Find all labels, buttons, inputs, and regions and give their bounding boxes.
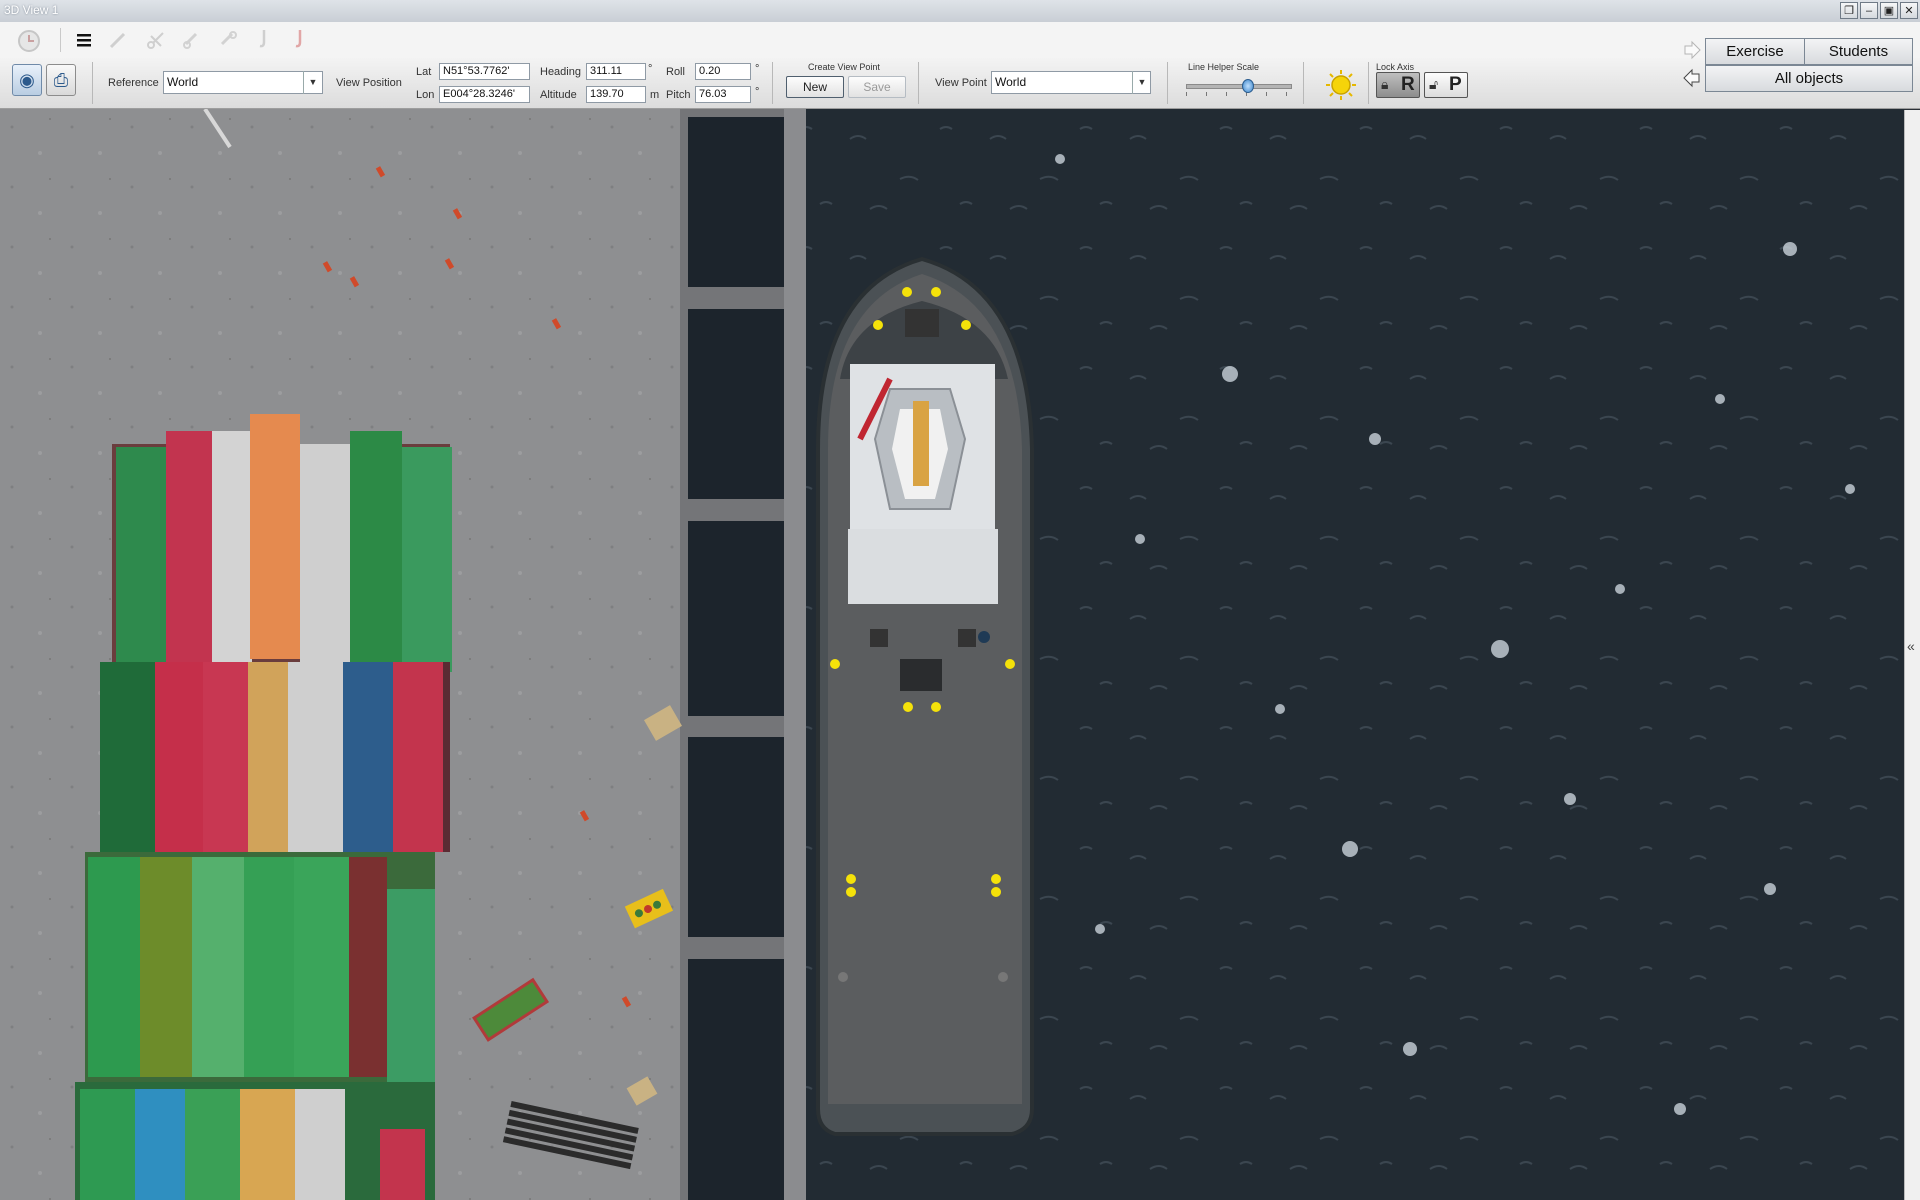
view-position-label: View Position: [336, 77, 402, 89]
heading-field[interactable]: 311.11: [586, 63, 646, 80]
pier: [680, 109, 806, 1200]
link-icon[interactable]: [182, 30, 202, 50]
hook-icon[interactable]: [256, 28, 272, 50]
line-helper-scale-label: Line Helper Scale: [1188, 62, 1260, 72]
lock-p-label: P: [1449, 74, 1462, 95]
heading-label: Heading: [540, 66, 581, 78]
window-title: 3D View 1: [4, 3, 59, 17]
view-point-value: World: [995, 75, 1027, 89]
sun-icon[interactable]: [1324, 68, 1358, 102]
3d-viewport[interactable]: [0, 109, 1920, 1200]
altitude-unit: m: [650, 89, 660, 101]
chevron-down-icon[interactable]: ▼: [1132, 71, 1151, 94]
lock-r-button[interactable]: 🔒︎ R: [1376, 72, 1420, 98]
lat-label: Lat: [416, 66, 432, 78]
heading-unit: °: [648, 63, 653, 75]
altitude-field[interactable]: 139.70: [586, 86, 646, 103]
divider: [1167, 62, 1168, 104]
lon-label: Lon: [416, 89, 435, 101]
lock-icon: 🔒︎: [1381, 76, 1389, 92]
slider-thumb[interactable]: [1242, 79, 1255, 93]
tug-boat: [816, 256, 1034, 1136]
create-view-point-label: Create View Point: [808, 62, 880, 72]
students-tab[interactable]: Students: [1804, 38, 1913, 65]
all-objects-button[interactable]: All objects: [1705, 65, 1913, 92]
slider-track: [1186, 84, 1292, 89]
divider: [1368, 62, 1369, 104]
pitch-label: Pitch: [666, 89, 691, 101]
reference-value: World: [167, 75, 199, 89]
pitch-field[interactable]: 76.03: [695, 86, 751, 103]
reference-label: Reference: [108, 77, 159, 89]
line-helper-scale-slider[interactable]: [1186, 78, 1292, 98]
arrow-right-icon[interactable]: [1682, 40, 1702, 60]
unlock-icon: 🔓︎: [1429, 76, 1439, 92]
icon-strip: [0, 22, 1920, 58]
collapse-icon: «: [1907, 638, 1915, 654]
float-window-icon[interactable]: ❐: [1840, 2, 1858, 19]
chevron-down-icon[interactable]: ▼: [303, 71, 322, 94]
save-button[interactable]: Save: [848, 76, 906, 98]
slider-ticks: [1186, 92, 1290, 96]
camera-view-button[interactable]: ⎙: [46, 64, 76, 96]
arrow-left-icon[interactable]: [1682, 68, 1702, 88]
divider: [92, 62, 93, 104]
exercise-tab[interactable]: Exercise: [1705, 38, 1805, 65]
menu-icon[interactable]: [76, 33, 92, 47]
roll-unit: °: [755, 63, 760, 75]
divider: [1303, 62, 1304, 104]
maximize-icon[interactable]: ▣: [1880, 2, 1898, 19]
lon-field[interactable]: E004°28.3246': [439, 86, 530, 103]
lock-p-button[interactable]: 🔓︎ P: [1424, 72, 1468, 98]
pencil-icon[interactable]: [108, 30, 128, 50]
new-button[interactable]: New: [786, 76, 844, 98]
unlink-icon[interactable]: [218, 30, 238, 50]
title-bar: 3D View 1 ❐ – ▣ ✕: [0, 0, 1920, 23]
scissors-icon[interactable]: [146, 30, 166, 50]
divider: [918, 62, 919, 104]
lock-r-label: R: [1401, 74, 1415, 95]
view-point-select[interactable]: World: [991, 71, 1151, 94]
reference-select[interactable]: World: [163, 71, 323, 94]
side-panel-collapse[interactable]: «: [1904, 110, 1920, 1200]
pitch-unit: °: [755, 86, 760, 98]
minimize-icon[interactable]: –: [1860, 2, 1878, 19]
lock-axis-label: Lock Axis: [1376, 62, 1415, 72]
view-point-label: View Point: [935, 77, 987, 89]
scene-canvas: [0, 109, 1904, 1200]
window-controls: ❐ – ▣ ✕: [1840, 2, 1918, 19]
close-icon[interactable]: ✕: [1900, 2, 1918, 19]
divider: [772, 62, 773, 104]
roll-field[interactable]: 0.20: [695, 63, 751, 80]
altitude-label: Altitude: [540, 89, 577, 101]
roll-label: Roll: [666, 66, 685, 78]
clock-icon[interactable]: [16, 28, 42, 54]
lat-field[interactable]: N51°53.7762': [439, 63, 530, 80]
hook-red-icon[interactable]: [292, 28, 308, 50]
globe-view-button[interactable]: ◉: [12, 64, 42, 96]
divider: [60, 28, 61, 52]
container-stacks: [75, 414, 452, 1200]
